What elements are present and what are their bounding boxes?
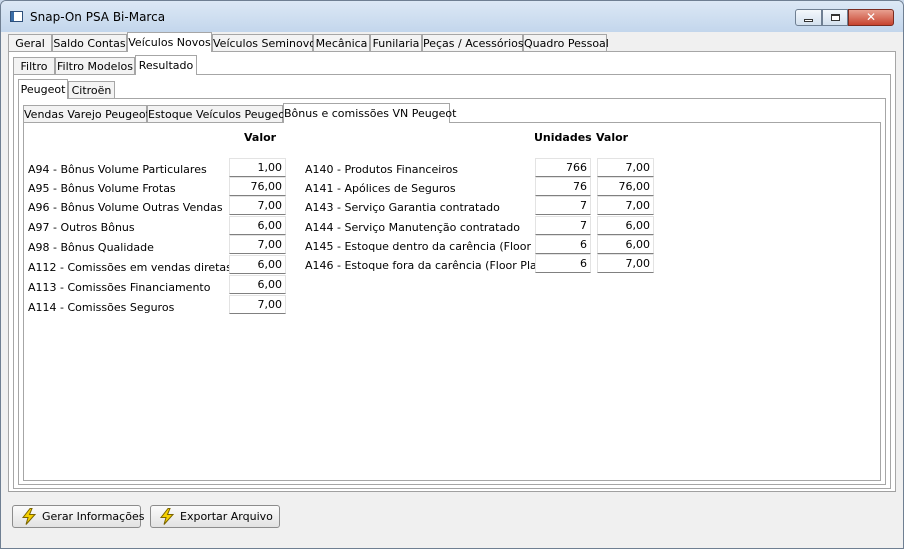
tab-bonus-comissoes-vn-peugeot[interactable]: Bônus e comissões VN Peugeot (283, 103, 456, 123)
maximize-icon (831, 14, 840, 21)
tab-veiculos-seminovos[interactable]: Veículos Seminovos (212, 34, 322, 52)
header-unidades: Unidades (534, 131, 592, 144)
field-a145-unidades[interactable]: 6 (535, 235, 591, 254)
label-a97: A97 - Outros Bônus (28, 221, 135, 234)
label-a96: A96 - Bônus Volume Outras Vendas (28, 201, 223, 214)
tab-funilaria[interactable]: Funilaria (370, 34, 422, 52)
app-window: Snap-On PSA Bi-Marca ✕ Geral Saldo Conta… (0, 0, 904, 549)
field-a143-unidades[interactable]: 7 (535, 196, 591, 215)
tab-geral[interactable]: Geral (8, 34, 52, 52)
resultado-page: Peugeot Citroën Vendas Varejo Peugeot Es… (13, 74, 891, 489)
field-a145-valor[interactable]: 6,00 (597, 235, 654, 254)
window-title: Snap-On PSA Bi-Marca (30, 10, 166, 24)
client-area: Geral Saldo Contas Veículos Novos Veícul… (8, 32, 896, 542)
label-a113: A113 - Comissões Financiamento (28, 281, 211, 294)
field-a94-valor[interactable]: 1,00 (229, 158, 286, 177)
tab-resultado[interactable]: Resultado (135, 55, 197, 75)
field-a140-valor[interactable]: 7,00 (597, 158, 654, 177)
field-a146-valor[interactable]: 7,00 (597, 254, 654, 273)
bonus-comissoes-panel: Valor A94 - Bônus Volume Particulares 1,… (23, 122, 881, 481)
gerar-informacoes-button[interactable]: Gerar Informações (12, 505, 145, 528)
label-a143: A143 - Serviço Garantia contratado (305, 201, 500, 214)
tab-estoque-veiculos-peugeot[interactable]: Estoque Veículos Peugeot (147, 105, 289, 123)
field-a114-valor[interactable]: 7,00 (229, 295, 286, 314)
field-a146-unidades[interactable]: 6 (535, 254, 591, 273)
close-button[interactable]: ✕ (848, 9, 894, 26)
field-a98-valor[interactable]: 7,00 (229, 235, 286, 254)
field-a96-valor[interactable]: 7,00 (229, 196, 286, 215)
field-a140-unidades[interactable]: 766 (535, 158, 591, 177)
tab-filtro[interactable]: Filtro (13, 57, 55, 75)
title-bar[interactable]: Snap-On PSA Bi-Marca ✕ (1, 1, 903, 32)
minimize-icon (804, 19, 813, 22)
tab-mecanica[interactable]: Mecânica (313, 34, 370, 52)
field-a144-valor[interactable]: 6,00 (597, 216, 654, 235)
field-a141-unidades[interactable]: 76 (535, 177, 591, 196)
lightning-bolt-icon (159, 508, 175, 525)
label-a95: A95 - Bônus Volume Frotas (28, 182, 176, 195)
field-a95-valor[interactable]: 76,00 (229, 177, 286, 196)
field-a143-valor[interactable]: 7,00 (597, 196, 654, 215)
exportar-arquivo-label: Exportar Arquivo (180, 510, 273, 523)
app-icon[interactable] (10, 11, 23, 22)
label-a144: A144 - Serviço Manutenção contratado (305, 221, 520, 234)
main-tab-page: Filtro Filtro Modelos Resultado Peugeot … (8, 51, 896, 492)
label-a146: A146 - Estoque fora da carência (Floor P… (305, 259, 549, 272)
label-a140: A140 - Produtos Financeiros (305, 163, 459, 176)
action-bar: Gerar Informações Exportar Arquivo (8, 491, 896, 541)
field-a141-valor[interactable]: 76,00 (597, 177, 654, 196)
label-a112: A112 - Comissões em vendas diretas (28, 261, 232, 274)
tab-quadro-pessoal[interactable]: Quadro Pessoal (523, 34, 609, 52)
field-a112-valor[interactable]: 6,00 (229, 255, 286, 274)
tab-vendas-varejo-peugeot[interactable]: Vendas Varejo Peugeot (23, 105, 150, 123)
exportar-arquivo-button[interactable]: Exportar Arquivo (150, 505, 280, 528)
close-icon: ✕ (865, 10, 877, 24)
header-valor-right: Valor (596, 131, 629, 144)
label-a141: A141 - Apólices de Seguros (305, 182, 456, 195)
maximize-button[interactable] (822, 9, 848, 26)
tab-veiculos-novos[interactable]: Veículos Novos (127, 32, 212, 52)
lightning-bolt-icon (21, 508, 37, 525)
minimize-button[interactable] (795, 9, 822, 26)
gerar-informacoes-label: Gerar Informações (42, 510, 145, 523)
peugeot-page: Vendas Varejo Peugeot Estoque Veículos P… (18, 98, 886, 485)
header-valor-left: Valor (244, 131, 277, 144)
label-a94: A94 - Bônus Volume Particulares (28, 163, 207, 176)
tab-citroen[interactable]: Citroën (68, 81, 115, 99)
field-a113-valor[interactable]: 6,00 (229, 275, 286, 294)
tab-pecas-acessorios[interactable]: Peças / Acessórios (422, 34, 524, 52)
label-a145: A145 - Estoque dentro da carência (Floor… (305, 240, 563, 253)
label-a98: A98 - Bônus Qualidade (28, 241, 154, 254)
field-a144-unidades[interactable]: 7 (535, 216, 591, 235)
tab-saldo-contas[interactable]: Saldo Contas (52, 34, 127, 52)
tab-filtro-modelos[interactable]: Filtro Modelos (55, 57, 135, 75)
label-a114: A114 - Comissões Seguros (28, 301, 175, 314)
field-a97-valor[interactable]: 6,00 (229, 216, 286, 235)
tab-peugeot[interactable]: Peugeot (18, 79, 68, 99)
